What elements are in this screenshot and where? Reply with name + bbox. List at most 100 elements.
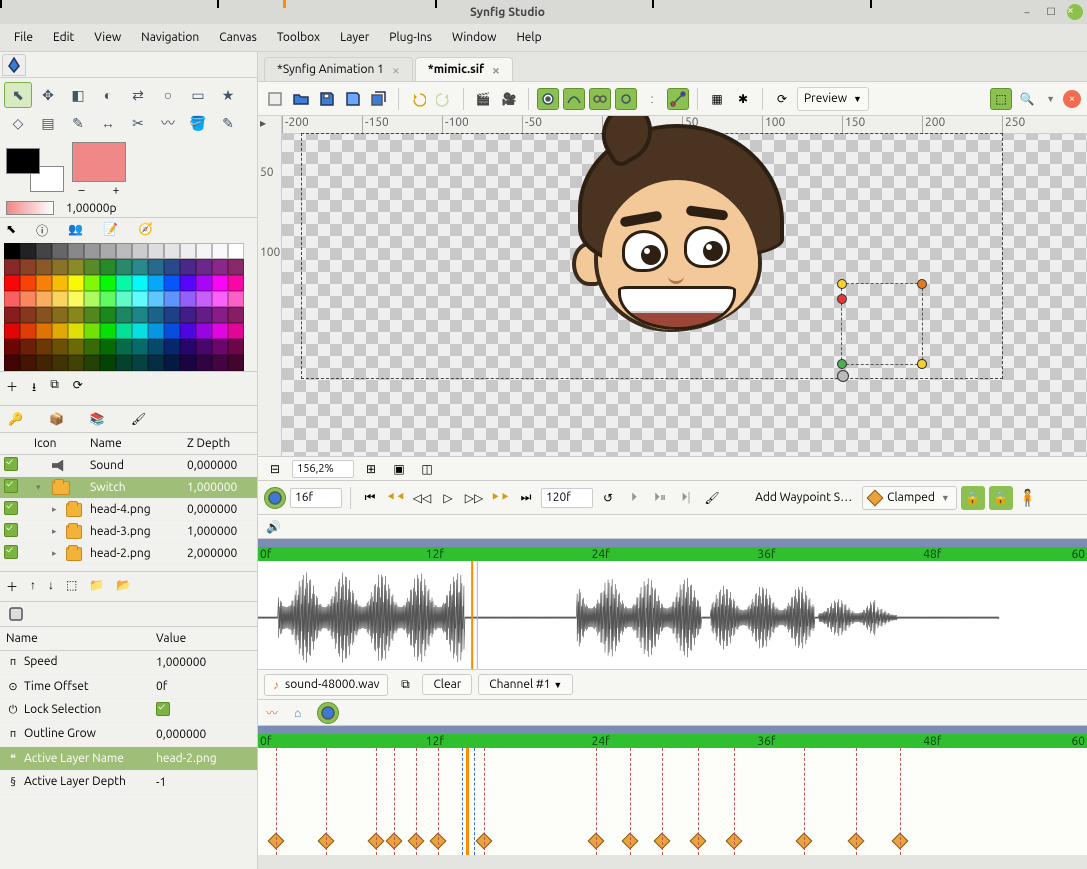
palette-swatch[interactable] <box>164 291 180 307</box>
palette-swatch[interactable] <box>212 243 228 259</box>
palette-swatch[interactable] <box>20 291 36 307</box>
palette-swatch[interactable] <box>196 307 212 323</box>
close-canvas-icon[interactable]: × <box>1063 90 1081 108</box>
palette-swatch[interactable] <box>180 307 196 323</box>
sound-clone-icon[interactable]: ⧉ <box>394 674 416 696</box>
palette-swatch[interactable] <box>148 307 164 323</box>
redo-icon[interactable] <box>433 88 455 110</box>
bound-l-icon[interactable]: ⏵ <box>623 487 645 509</box>
palette-swatch[interactable] <box>196 243 212 259</box>
palette-swatch[interactable] <box>148 291 164 307</box>
palette-swatch[interactable] <box>212 275 228 291</box>
palette-swatch[interactable] <box>180 275 196 291</box>
play-icon[interactable]: ▷ <box>437 487 459 509</box>
palette-swatch[interactable] <box>100 291 116 307</box>
palette-swatch[interactable] <box>164 339 180 355</box>
grid-icon[interactable]: ▦ <box>706 88 728 110</box>
palette-swatch[interactable] <box>36 259 52 275</box>
palette-swatch[interactable] <box>4 323 20 339</box>
palette-swatch[interactable] <box>180 291 196 307</box>
palette-swatch[interactable] <box>228 243 244 259</box>
refresh-icon[interactable]: ⟳ <box>771 88 793 110</box>
palette-swatch[interactable] <box>180 339 196 355</box>
layers-down-icon[interactable]: ↓ <box>48 578 54 595</box>
toolbox-tab-icon[interactable] <box>2 54 26 76</box>
palette-swatch[interactable] <box>36 243 52 259</box>
zoom-input[interactable] <box>292 460 354 478</box>
tool-transform[interactable]: ⬉ <box>4 82 32 108</box>
window-min-button[interactable]: – <box>1015 0 1039 24</box>
palette-swatch[interactable] <box>4 339 20 355</box>
minus-label[interactable]: – <box>79 184 85 197</box>
menu-plug-ins[interactable]: Plug-Ins <box>381 28 440 47</box>
palette-swatch[interactable] <box>4 291 20 307</box>
close-tab-icon[interactable]: × <box>492 65 500 75</box>
sound-timestrip[interactable]: 0f12f24f36f48f60 <box>258 539 1087 561</box>
palette-swatch[interactable] <box>196 275 212 291</box>
menu-toolbox[interactable]: Toolbox <box>269 28 328 47</box>
palette-swatch[interactable] <box>20 339 36 355</box>
tool-star[interactable]: ★ <box>214 82 242 108</box>
layers-folder-open-icon[interactable]: 📂 <box>116 578 131 595</box>
palette-swatch[interactable] <box>180 259 196 275</box>
palette-swatch[interactable] <box>212 355 228 371</box>
layer-row[interactable]: Sound0,000000 <box>0 455 257 477</box>
palette-swatch[interactable] <box>116 243 132 259</box>
tool-smooth-move[interactable]: ✥ <box>34 82 62 108</box>
feather-icon[interactable]: ː <box>641 88 663 110</box>
fill-color-swatch[interactable] <box>6 148 40 174</box>
palette-swatch[interactable] <box>68 291 84 307</box>
palette-swatch[interactable] <box>100 323 116 339</box>
palette-swatch[interactable] <box>100 307 116 323</box>
palette-swatch[interactable] <box>68 307 84 323</box>
palette-refresh-icon[interactable]: ⟳ <box>73 378 83 399</box>
palette-swatch[interactable] <box>36 275 52 291</box>
palette-swatch[interactable] <box>116 339 132 355</box>
palette-swatch[interactable] <box>68 355 84 371</box>
palette-swatch[interactable] <box>4 259 20 275</box>
palette-swatch[interactable] <box>132 291 148 307</box>
lock-future-icon[interactable]: 🔒 <box>989 486 1013 510</box>
layers-up-icon[interactable]: ↑ <box>30 578 36 595</box>
palette-tab-nav[interactable]: 🧭 <box>138 222 153 239</box>
palette-swatch[interactable] <box>148 339 164 355</box>
menu-file[interactable]: File <box>6 28 41 47</box>
saveall-icon[interactable] <box>368 88 390 110</box>
palette-swatch[interactable] <box>36 307 52 323</box>
palette-swatch[interactable] <box>132 275 148 291</box>
layers-folder-icon[interactable]: 📁 <box>89 578 104 595</box>
palette-swatch[interactable] <box>132 243 148 259</box>
handles-icon[interactable] <box>667 88 689 110</box>
undo-icon[interactable] <box>407 88 429 110</box>
animate-mode-icon[interactable] <box>264 487 286 509</box>
brush-icon[interactable]: 🖌 <box>701 487 723 509</box>
zoom-drop-icon[interactable]: ▼ <box>1042 94 1059 104</box>
palette-swatch[interactable] <box>84 291 100 307</box>
palette-swatch[interactable] <box>164 275 180 291</box>
palette-swatch[interactable] <box>116 259 132 275</box>
plus-label[interactable]: + <box>113 184 120 197</box>
palette-swatch[interactable] <box>52 259 68 275</box>
save-canvas-icon[interactable] <box>264 88 286 110</box>
palette-swatch[interactable] <box>196 291 212 307</box>
param-row[interactable]: ⏻Lock Selection <box>0 699 257 723</box>
palette-swatch[interactable] <box>52 339 68 355</box>
timetrack-scrollbar[interactable] <box>258 855 1087 869</box>
preview-icon[interactable]: 🎥 <box>498 88 520 110</box>
bound-m-icon[interactable]: ⏵⏸ <box>649 487 671 509</box>
tool-spline[interactable]: ✎ <box>64 110 92 136</box>
current-frame-input[interactable] <box>290 488 342 508</box>
zoom-in-icon[interactable]: ⊞ <box>360 458 382 480</box>
palette-swatch[interactable] <box>148 243 164 259</box>
palette-swatch[interactable] <box>228 339 244 355</box>
menu-edit[interactable]: Edit <box>45 28 82 47</box>
tool-fill[interactable]: 🪣 <box>184 110 212 136</box>
curve-tab-icon[interactable]: 〰 <box>266 704 278 721</box>
palette-swatch[interactable] <box>180 323 196 339</box>
palette-swatch[interactable] <box>228 291 244 307</box>
fit-icon[interactable]: ▣ <box>388 458 410 480</box>
doc-tab[interactable]: *Synfig Animation 1× <box>264 57 413 81</box>
duck-toggle-icon[interactable]: ⬚ <box>990 88 1012 110</box>
menu-layer[interactable]: Layer <box>332 28 377 47</box>
palette-swatch[interactable] <box>20 243 36 259</box>
